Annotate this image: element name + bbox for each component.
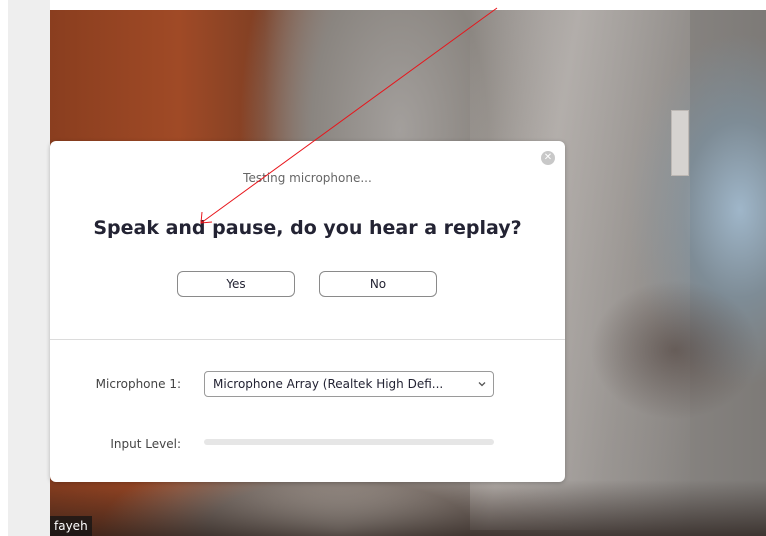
- dialog-divider: [50, 339, 565, 340]
- screenshot-stage: fayeh ✕ Testing microphone... Speak and …: [0, 0, 766, 536]
- input-level-label: Input Level:: [110, 437, 181, 451]
- microphone-selected-value: Microphone Array (Realtek High Defi...: [213, 377, 444, 391]
- side-panel: [8, 0, 50, 536]
- replay-question: Speak and pause, do you hear a replay?: [93, 217, 522, 239]
- input-level-meter: [204, 439, 494, 445]
- no-button[interactable]: No: [319, 271, 437, 297]
- video-light-switch: [671, 110, 689, 176]
- testing-status-text: Testing microphone...: [243, 171, 372, 185]
- window-margin: [0, 0, 8, 536]
- chevron-down-icon: [478, 382, 486, 387]
- video-foreground: [50, 480, 766, 536]
- close-icon[interactable]: ✕: [541, 151, 555, 165]
- microphone-label: Microphone 1:: [95, 377, 181, 391]
- yes-button[interactable]: Yes: [177, 271, 295, 297]
- microphone-select[interactable]: Microphone Array (Realtek High Defi...: [204, 371, 494, 397]
- video-shadow: [590, 280, 760, 420]
- participant-name-tag: fayeh: [50, 516, 92, 536]
- microphone-test-dialog: ✕ Testing microphone... Speak and pause,…: [50, 141, 565, 482]
